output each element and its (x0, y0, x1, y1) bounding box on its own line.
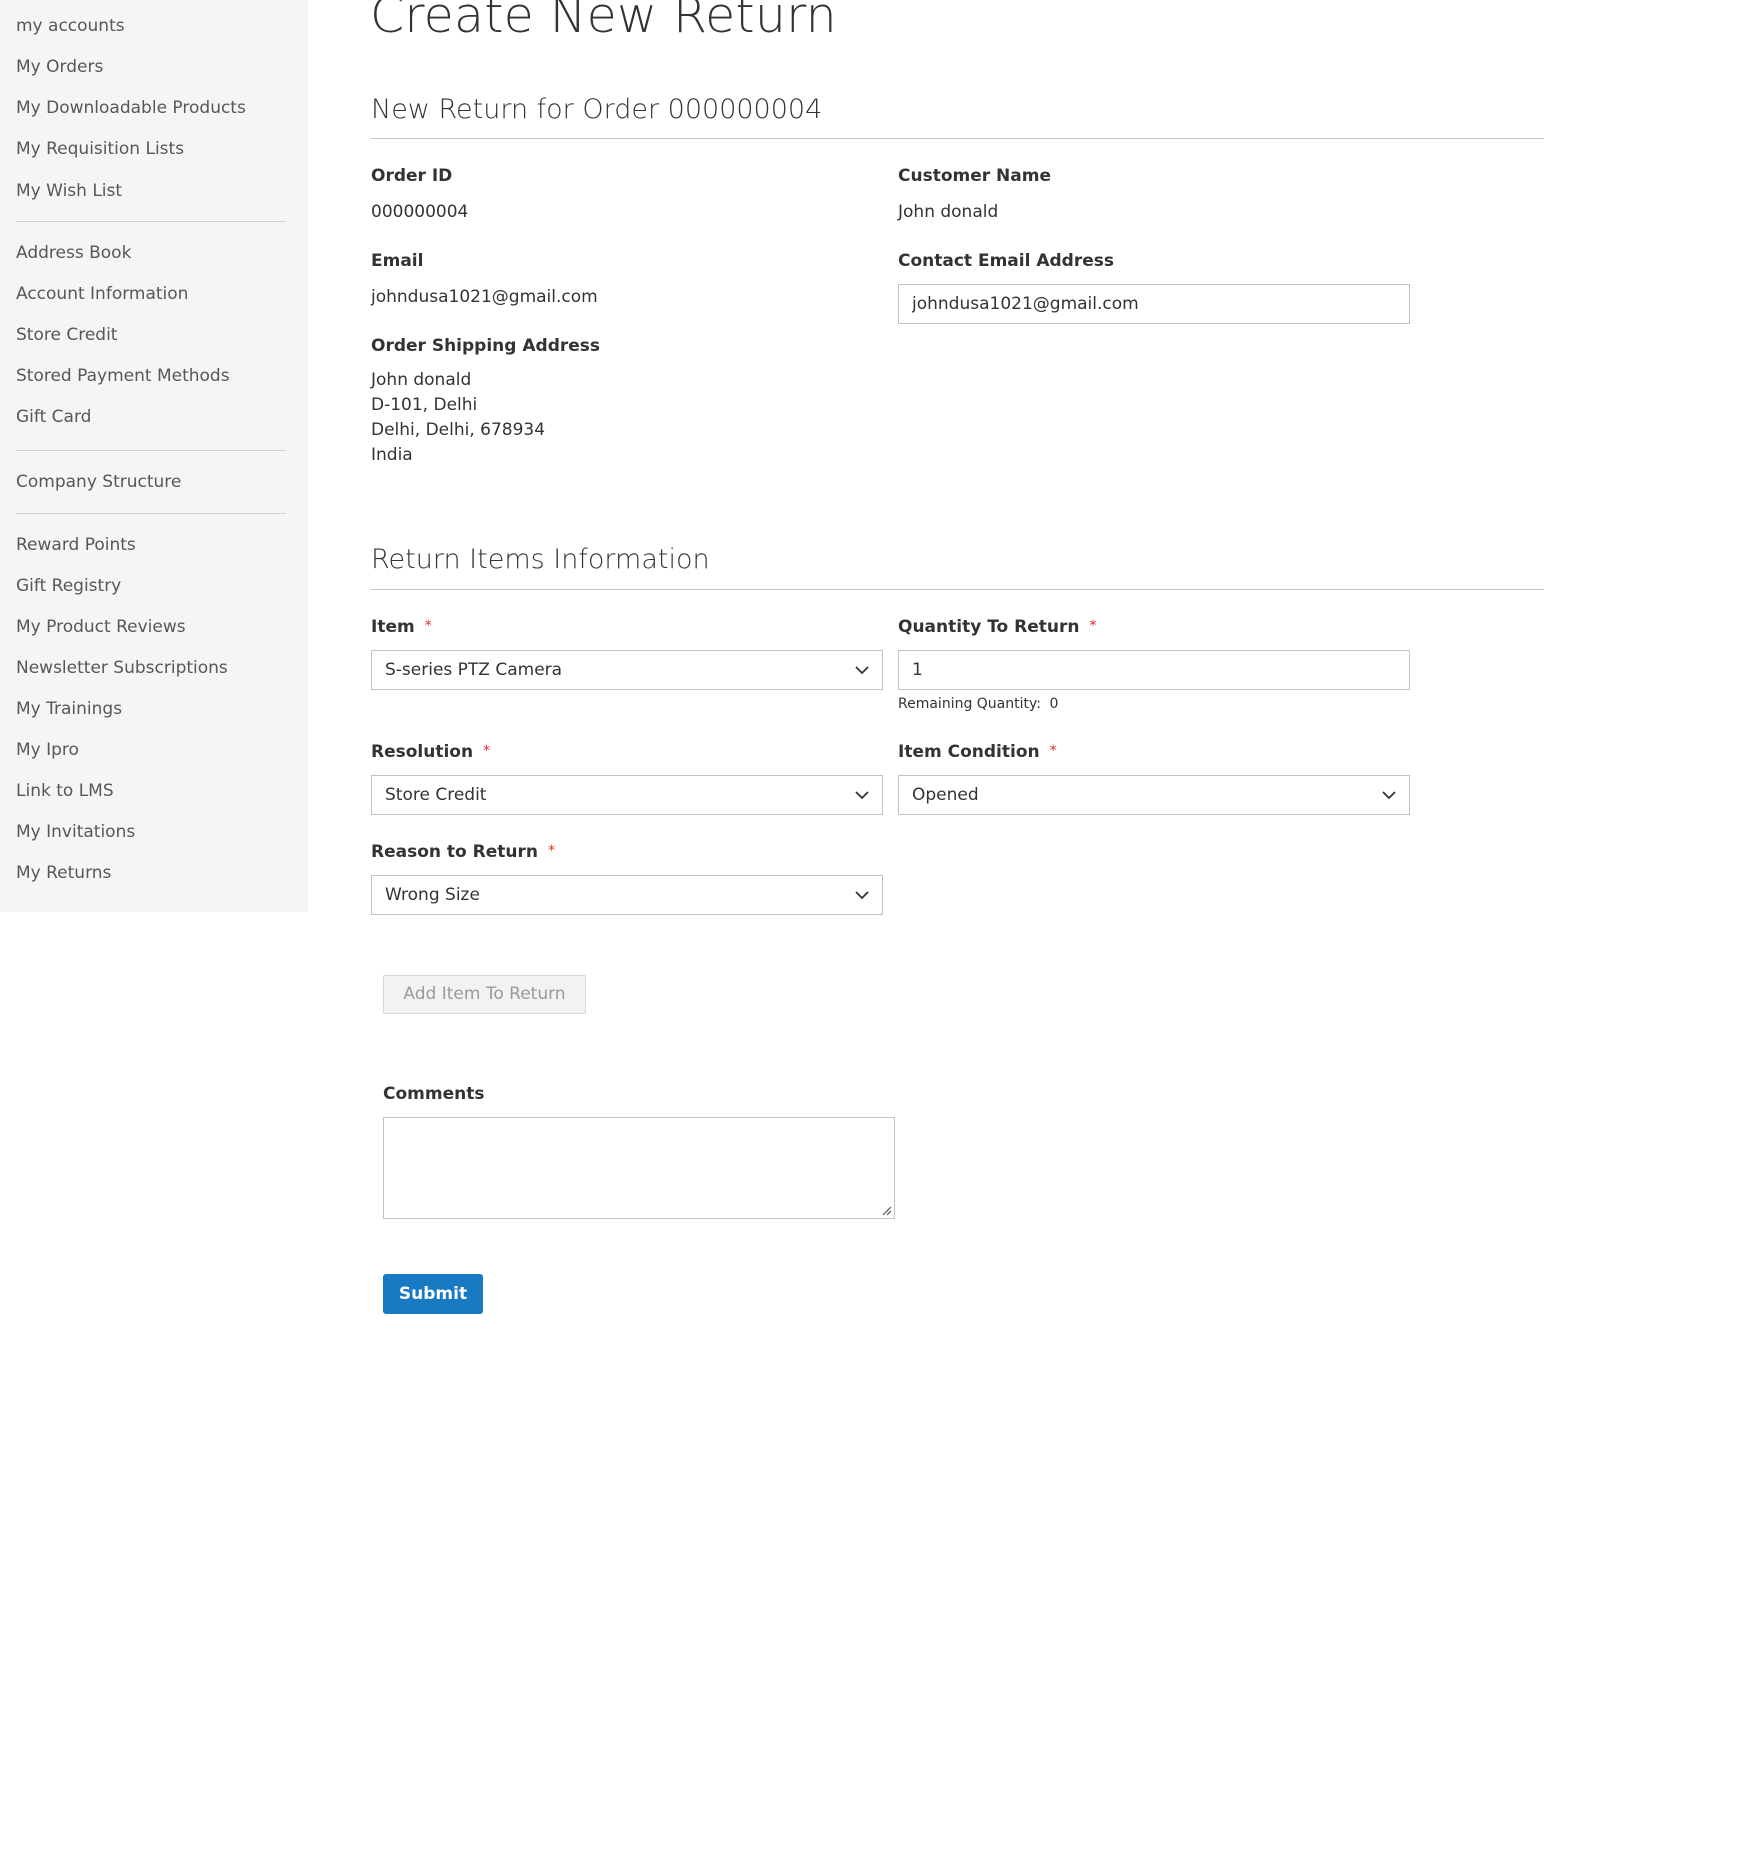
sidebar-item-my-accounts[interactable]: my accounts (16, 14, 125, 38)
sidebar-item-product-reviews[interactable]: My Product Reviews (16, 615, 186, 639)
sidebar-item-link-to-lms[interactable]: Link to LMS (16, 779, 114, 803)
required-marker: * (1049, 743, 1057, 759)
add-item-to-return-button[interactable]: Add Item To Return (383, 975, 586, 1014)
required-marker: * (1089, 618, 1097, 634)
address-line: India (371, 445, 413, 465)
resolution-select-value: Store Credit (385, 785, 487, 805)
reason-select[interactable]: Wrong Size (371, 875, 883, 915)
sidebar-item-my-returns[interactable]: My Returns (16, 861, 111, 885)
quantity-input[interactable] (898, 650, 1410, 690)
item-condition-select[interactable]: Opened (898, 775, 1410, 815)
sidebar-item-reward-points[interactable]: Reward Points (16, 533, 136, 557)
item-label-text: Item (371, 617, 415, 637)
items-section-title: Return Items Information (371, 544, 710, 575)
reason-label-text: Reason to Return (371, 842, 538, 862)
chevron-down-icon (855, 791, 869, 800)
sidebar-item-stored-payment-methods[interactable]: Stored Payment Methods (16, 364, 230, 388)
sidebar-item-my-ipro[interactable]: My Ipro (16, 738, 79, 762)
resolution-label-text: Resolution (371, 742, 474, 762)
sidebar-divider (16, 513, 286, 514)
item-condition-label: Item Condition * (898, 741, 1057, 764)
customer-name-label: Customer Name (898, 166, 1051, 186)
required-marker: * (483, 743, 491, 759)
required-marker: * (424, 618, 432, 634)
sidebar-item-downloadable-products[interactable]: My Downloadable Products (16, 96, 246, 120)
order-id-value: 000000004 (371, 202, 469, 222)
sidebar-item-my-trainings[interactable]: My Trainings (16, 697, 122, 721)
sidebar-item-wish-list[interactable]: My Wish List (16, 179, 122, 203)
reason-label: Reason to Return * (371, 841, 555, 864)
item-label: Item * (371, 616, 432, 639)
comments-textarea[interactable] (383, 1117, 895, 1219)
remaining-quantity: Remaining Quantity: 0 (898, 695, 1058, 713)
shipping-address: John donald D-101, Delhi Delhi, Delhi, 6… (371, 368, 545, 468)
resolution-label: Resolution * (371, 741, 490, 764)
customer-name-value: John donald (898, 202, 999, 222)
remaining-quantity-label: Remaining Quantity: (898, 696, 1041, 712)
shipping-address-label: Order Shipping Address (371, 336, 601, 356)
sidebar-item-company-structure[interactable]: Company Structure (16, 470, 181, 494)
comments-label: Comments (383, 1084, 485, 1104)
chevron-down-icon (1382, 791, 1396, 800)
item-select-value: S-series PTZ Camera (385, 660, 563, 680)
remaining-quantity-value: 0 (1049, 696, 1059, 712)
reason-select-value: Wrong Size (385, 885, 480, 905)
required-marker: * (547, 843, 555, 859)
address-line: Delhi, Delhi, 678934 (371, 420, 546, 440)
sidebar-divider (16, 221, 286, 222)
item-condition-label-text: Item Condition (898, 742, 1040, 762)
page: my accounts My Orders My Downloadable Pr… (0, 0, 1744, 1868)
contact-email-input[interactable] (898, 284, 1410, 324)
quantity-label-text: Quantity To Return (898, 617, 1080, 637)
email-value: johndusa1021@gmail.com (371, 287, 598, 307)
address-line: D-101, Delhi (371, 395, 478, 415)
resize-grip-icon[interactable] (882, 1206, 892, 1216)
contact-email-label: Contact Email Address (898, 251, 1114, 271)
sidebar-divider (16, 450, 286, 451)
chevron-down-icon (855, 666, 869, 675)
account-sidebar: my accounts My Orders My Downloadable Pr… (0, 0, 308, 912)
submit-button[interactable]: Submit (383, 1274, 483, 1314)
sidebar-item-store-credit[interactable]: Store Credit (16, 323, 117, 347)
section-divider (371, 589, 1544, 590)
section-divider (371, 138, 1544, 139)
email-label: Email (371, 251, 424, 271)
sidebar-item-account-information[interactable]: Account Information (16, 282, 188, 306)
sidebar-item-address-book[interactable]: Address Book (16, 241, 131, 265)
sidebar-item-requisition-lists[interactable]: My Requisition Lists (16, 137, 184, 161)
sidebar-item-my-invitations[interactable]: My Invitations (16, 820, 135, 844)
address-line: John donald (371, 370, 472, 390)
sidebar-item-my-orders[interactable]: My Orders (16, 55, 103, 79)
sidebar-item-gift-card[interactable]: Gift Card (16, 405, 91, 429)
page-title: Create New Return (370, 0, 837, 44)
chevron-down-icon (855, 891, 869, 900)
item-condition-select-value: Opened (912, 785, 979, 805)
item-select[interactable]: S-series PTZ Camera (371, 650, 883, 690)
order-id-label: Order ID (371, 166, 453, 186)
sidebar-item-gift-registry[interactable]: Gift Registry (16, 574, 121, 598)
order-section-title: New Return for Order 000000004 (371, 94, 823, 125)
sidebar-item-newsletter-subscriptions[interactable]: Newsletter Subscriptions (16, 656, 228, 680)
quantity-label: Quantity To Return * (898, 616, 1096, 639)
resolution-select[interactable]: Store Credit (371, 775, 883, 815)
